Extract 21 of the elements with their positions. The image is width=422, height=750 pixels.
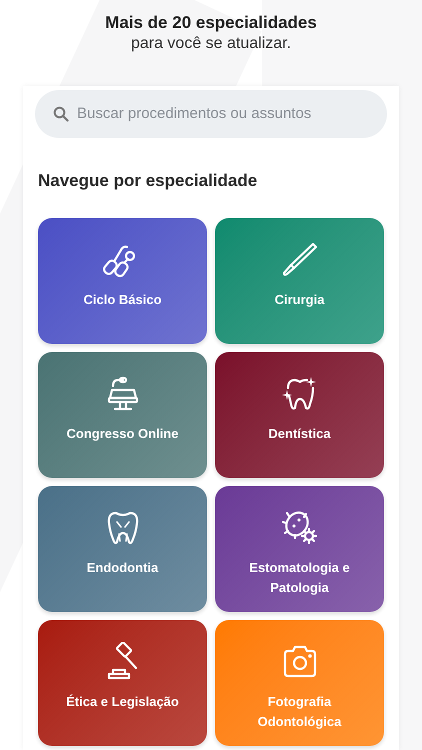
specialty-label: Ciclo Básico: [82, 290, 163, 308]
specialty-label: Endodontia: [86, 558, 160, 576]
specialty-card[interactable]: Endodontia: [38, 486, 207, 612]
specialty-card[interactable]: Fotografia Odontológica: [215, 620, 384, 746]
specialty-card[interactable]: Ciclo Básico: [38, 218, 207, 344]
specialty-card[interactable]: Ética e Legislação: [38, 620, 207, 746]
specialty-card[interactable]: Congresso Online: [38, 352, 207, 478]
specialty-label: Dentística: [267, 424, 332, 442]
specialty-label: Cirurgia: [274, 290, 326, 309]
header-title: Mais de 20 especialidades: [105, 12, 317, 34]
header-subtitle: para você se atualizar.: [130, 34, 292, 54]
search-field[interactable]: Buscar procedimentos ou assuntos: [35, 90, 387, 138]
specialty-card[interactable]: Estomatologia e Patologia: [215, 486, 384, 612]
specialty-label: Estomatologia e Patologia: [248, 558, 351, 597]
search-icon: [53, 106, 69, 122]
specialty-card[interactable]: Cirurgia: [215, 218, 384, 344]
specialty-label: Fotografia Odontológica: [256, 692, 342, 731]
specialty-card[interactable]: Dentística: [215, 352, 384, 478]
specialty-label: Congresso Online: [66, 424, 180, 443]
section-title: Navegue por especialidade: [38, 170, 258, 192]
specialty-label: Ética e Legislação: [65, 692, 180, 711]
